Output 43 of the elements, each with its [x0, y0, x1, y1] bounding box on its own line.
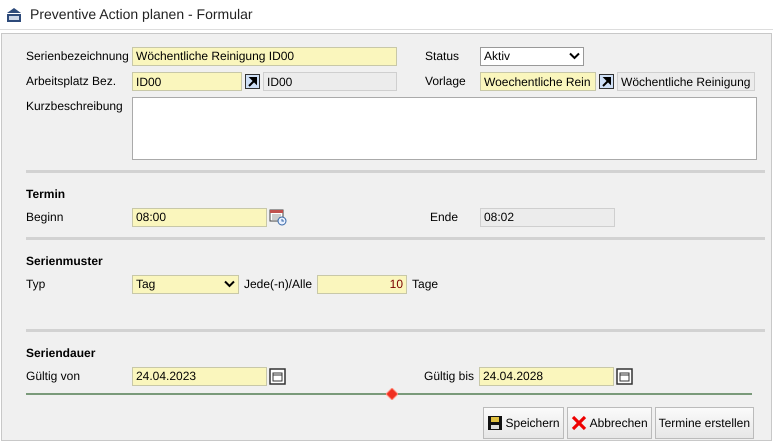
- input-field[interactable]: ID00: [263, 72, 397, 91]
- close-icon: [570, 415, 587, 431]
- unit-label: Tage: [412, 276, 438, 293]
- section-heading: Serienmuster: [26, 254, 103, 268]
- building-icon: [6, 6, 22, 22]
- field-label: Typ: [26, 277, 46, 291]
- input-field[interactable]: 08:00: [132, 208, 267, 226]
- chevron-down-icon: [569, 52, 580, 60]
- action-button[interactable]: Speichern: [482, 407, 564, 439]
- dropdown[interactable]: Aktiv: [480, 46, 584, 66]
- field-label: Kurzbeschreibung: [26, 99, 123, 113]
- field-label: Gültig bis: [424, 369, 474, 383]
- arrow-up-right-icon: [247, 76, 258, 87]
- input-field[interactable]: Woechentliche Rein: [480, 72, 596, 91]
- field-label: Status: [425, 49, 460, 63]
- input-field[interactable]: Wöchentliche Reinigung: [617, 72, 755, 91]
- section-heading: Termin: [26, 187, 66, 201]
- input-field[interactable]: 08:02: [480, 208, 615, 226]
- input-field[interactable]: 10: [317, 274, 408, 294]
- field-label: Beginn: [26, 210, 64, 224]
- input-field[interactable]: 24.04.2028: [479, 366, 614, 386]
- input-field[interactable]: Wöchentliche Reinigung ID00: [132, 46, 397, 66]
- field-label: Gültig von: [26, 369, 80, 383]
- action-button[interactable]: Termine erstellen: [654, 407, 754, 439]
- field-label: Jede(-n)/Alle: [244, 276, 312, 293]
- action-button[interactable]: Abbrechen: [566, 407, 652, 439]
- calendar-icon[interactable]: [269, 368, 286, 384]
- field-label: Ende: [430, 210, 458, 224]
- arrow-up-right-icon: [601, 76, 612, 87]
- field-label: Vorlage: [425, 74, 466, 88]
- field-label: Serienbezeichnung: [26, 49, 129, 63]
- dropdown[interactable]: Tag: [132, 274, 239, 294]
- input-field[interactable]: ID00: [132, 72, 242, 91]
- calendar-icon[interactable]: [616, 368, 633, 384]
- chevron-down-icon: [224, 280, 235, 288]
- link-button[interactable]: [245, 74, 260, 89]
- input-field[interactable]: 24.04.2023: [132, 366, 267, 386]
- calendar-clock-icon[interactable]: [269, 208, 287, 226]
- field-label: Arbeitsplatz Bez.: [26, 74, 116, 88]
- splitter-handle[interactable]: [386, 388, 398, 400]
- link-button[interactable]: [599, 74, 614, 89]
- window-title: Preventive Action planen - Formular: [30, 5, 253, 24]
- section-heading: Seriendauer: [26, 346, 96, 360]
